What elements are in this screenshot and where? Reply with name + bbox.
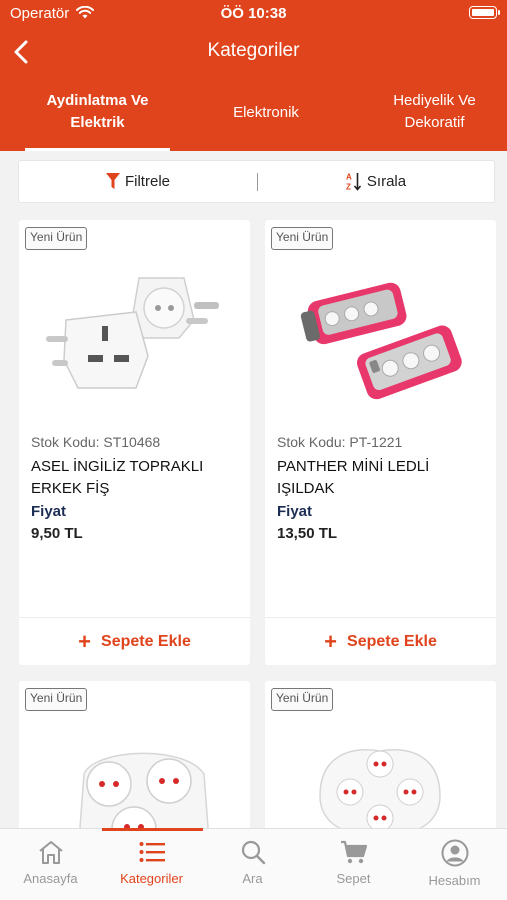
filter-button[interactable]: Filtrele <box>19 161 257 202</box>
sort-icon: A Z <box>346 173 362 192</box>
bottom-tab-kategoriler[interactable]: Kategoriler <box>101 829 202 900</box>
product-name[interactable]: ASEL İNGİLİZ TOPRAKLI ERKEK FİŞ <box>31 456 236 500</box>
new-product-badge: Yeni Ürün <box>25 688 88 711</box>
header: Operatör ÖÖ 10:38 Kategoriler Aydinlatma… <box>0 0 507 151</box>
product-card[interactable]: Yeni Ürün <box>265 681 496 841</box>
add-to-cart-label: Sepete Ekle <box>347 632 437 650</box>
plus-icon: + <box>324 628 338 654</box>
svg-text:Z: Z <box>346 183 351 192</box>
product-card[interactable]: Yeni Ürün Stok Kodu: ST10468 ASEL İNGİLİ… <box>19 220 250 665</box>
bottom-tab-ara[interactable]: Ara <box>202 829 303 900</box>
list-icon <box>139 842 165 862</box>
product-image-triple-socket <box>78 752 210 841</box>
cart-icon <box>340 840 367 864</box>
filter-label: Filtrele <box>124 173 170 190</box>
filter-icon <box>105 173 120 189</box>
product-stock-code: Stok Kodu: ST10468 <box>31 434 161 450</box>
status-bar: Operatör ÖÖ 10:38 <box>0 0 507 28</box>
tab-elektronik[interactable]: Elektronik <box>196 82 336 151</box>
home-icon <box>38 841 63 864</box>
product-price: 13,50 TL <box>277 525 338 542</box>
add-to-cart-label: Sepete Ekle <box>101 632 191 650</box>
product-image-led-flashlight <box>300 282 462 400</box>
bottom-tab-label: Anasayfa <box>23 871 78 886</box>
sort-button[interactable]: A Z Sırala <box>257 161 495 202</box>
bottom-tab-sepet[interactable]: Sepet <box>303 829 404 900</box>
new-product-badge: Yeni Ürün <box>271 227 334 250</box>
price-label: Fiyat <box>277 503 313 520</box>
bottom-tab-hesabim[interactable]: Hesabım <box>404 829 505 900</box>
price-label: Fiyat <box>31 503 67 520</box>
bottom-tab-label: Hesabım <box>428 873 481 888</box>
product-price: 9,50 TL <box>31 525 83 542</box>
bottom-tab-label: Sepet <box>336 871 371 886</box>
product-image-plug-adapter <box>46 277 219 389</box>
bottom-tab-label: Ara <box>242 871 263 886</box>
product-card[interactable]: Yeni Ürün <box>19 681 250 841</box>
new-product-badge: Yeni Ürün <box>271 688 334 711</box>
nav-bar: Kategoriler <box>0 30 507 74</box>
svg-text:A: A <box>346 173 352 182</box>
filter-sort-bar: Filtrele A Z Sırala <box>18 160 495 203</box>
tab-aydinlatma-ve-elektrik[interactable]: Aydinlatma Ve Elektrik <box>25 82 170 151</box>
search-icon <box>241 840 265 865</box>
tab-hediyelik-ve-dekoratif[interactable]: Hediyelik Ve Dekoratif <box>372 82 497 151</box>
new-product-badge: Yeni Ürün <box>25 227 88 250</box>
product-image-quad-socket <box>319 749 441 836</box>
sort-label: Sırala <box>366 173 407 190</box>
account-icon <box>441 839 468 867</box>
product-stock-code: Stok Kodu: PT-1221 <box>277 434 403 450</box>
add-to-cart-button[interactable]: + Sepete Ekle <box>19 618 250 665</box>
battery-icon <box>469 6 500 19</box>
bottom-tab-label: Kategoriler <box>120 871 183 886</box>
add-to-cart-button[interactable]: + Sepete Ekle <box>265 618 496 665</box>
product-card[interactable]: Yeni Ürün Stok Kodu: PT-1221 PANTHER MİN… <box>265 220 496 665</box>
product-name[interactable]: PANTHER MİNİ LEDLİ IŞILDAK <box>277 456 482 500</box>
plus-icon: + <box>78 628 92 654</box>
status-time: ÖÖ 10:38 <box>220 5 287 22</box>
bottom-tab-anasayfa[interactable]: Anasayfa <box>0 829 101 900</box>
bottom-tab-bar: Anasayfa Kategoriler Ara Sepet Hesabım <box>0 828 507 900</box>
page-title: Kategoriler <box>207 40 300 61</box>
category-tabs: Aydinlatma Ve Elektrik Elektronik Hediye… <box>0 82 507 151</box>
